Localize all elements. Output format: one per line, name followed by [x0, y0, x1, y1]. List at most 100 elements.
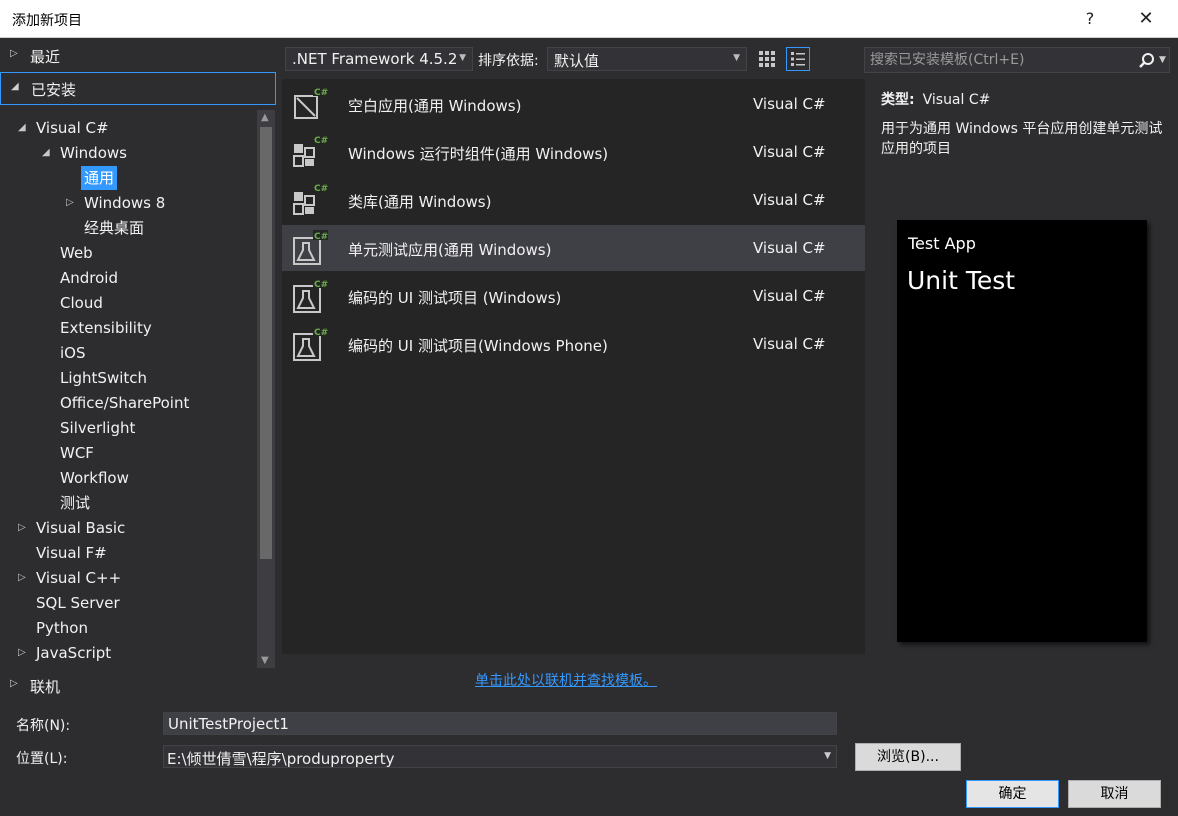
template-language: Visual C#: [753, 287, 826, 305]
scroll-up-icon[interactable]: ▲: [261, 112, 269, 123]
template-type: 类型: Visual C#: [881, 89, 990, 109]
template-name: 类库(通用 Windows): [348, 193, 492, 211]
tree-item-label: 通用: [81, 166, 118, 190]
tree-item[interactable]: ▷ JavaScript: [0, 641, 256, 665]
search-icon[interactable]: [1137, 51, 1157, 71]
collapse-down-icon[interactable]: ◢: [18, 116, 26, 140]
template-row[interactable]: C# 类库(通用 Windows) Visual C#: [282, 177, 865, 223]
template-description: 用于为通用 Windows 平台应用创建单元测试应用的项目: [881, 121, 1163, 157]
template-row[interactable]: C# 编码的 UI 测试项目(Windows Phone) Visual C#: [282, 321, 865, 367]
expand-right-icon[interactable]: ▷: [66, 191, 74, 215]
scrollbar-thumb[interactable]: [260, 127, 272, 559]
tree-item-label: Office/SharePoint: [60, 394, 190, 412]
tree-item-label: Cloud: [60, 294, 103, 312]
chevron-down-icon: ▼: [824, 751, 831, 761]
template-row[interactable]: C# Windows 运行时组件(通用 Windows) Visual C#: [282, 129, 865, 175]
chevron-down-icon: ▼: [733, 53, 740, 63]
tree-item[interactable]: ▷ Visual Basic: [0, 516, 256, 540]
tree-item-label: Visual Basic: [36, 519, 126, 537]
tree-item[interactable]: Web: [0, 241, 256, 265]
tree-item[interactable]: LightSwitch: [0, 366, 256, 390]
tree-item-label: Silverlight: [60, 419, 136, 437]
grid-view-icon: [759, 51, 775, 67]
cancel-button[interactable]: 取消: [1068, 780, 1161, 808]
tree-item[interactable]: ◢ Visual C#: [0, 116, 256, 140]
tree-item-label: JavaScript: [36, 644, 112, 662]
tree-item-label: Python: [36, 619, 88, 637]
template-row[interactable]: C# 空白应用(通用 Windows) Visual C#: [282, 81, 865, 127]
list-view-button[interactable]: [786, 47, 810, 71]
template-name: 单元测试应用(通用 Windows): [348, 241, 552, 259]
chevron-down-icon: ▼: [459, 53, 466, 63]
tree-item-label: WCF: [60, 444, 94, 462]
window-title: 添加新项目: [12, 13, 82, 29]
tree-item[interactable]: ▷ Windows 8: [0, 191, 256, 215]
tree-item[interactable]: Extensibility: [0, 316, 256, 340]
tree-item-label: Web: [60, 244, 93, 262]
coded-ui-test-icon: C#: [292, 278, 328, 314]
close-button[interactable]: ✕: [1126, 0, 1166, 38]
tree-item[interactable]: WCF: [0, 441, 256, 465]
tree-item[interactable]: ◢ Windows: [0, 141, 256, 165]
tree-item[interactable]: iOS: [0, 341, 256, 365]
template-row[interactable]: C# 单元测试应用(通用 Windows) Visual C#: [282, 225, 865, 271]
tree-item[interactable]: Cloud: [0, 291, 256, 315]
expand-right-icon[interactable]: ▷: [18, 516, 26, 540]
name-label: 名称(N):: [16, 718, 71, 734]
framework-select[interactable]: .NET Framework 4.5.2 ▼: [285, 47, 473, 71]
expand-right-icon[interactable]: ▷: [10, 678, 18, 689]
tree-item[interactable]: 通用: [0, 166, 256, 190]
tree-item[interactable]: Android: [0, 266, 256, 290]
location-value: E:\倾世倩雪\程序\produproperty: [167, 750, 395, 768]
sort-value: 默认值: [554, 52, 600, 70]
tree-item[interactable]: Workflow: [0, 466, 256, 490]
type-value: Visual C#: [922, 92, 991, 108]
sort-select[interactable]: 默认值 ▼: [547, 47, 747, 71]
template-row[interactable]: C# 编码的 UI 测试项目 (Windows) Visual C#: [282, 273, 865, 319]
tree-item[interactable]: SQL Server: [0, 591, 256, 615]
title-bar: 添加新项目 ? ✕: [0, 0, 1178, 38]
grid-view-button[interactable]: [755, 47, 779, 71]
section-online[interactable]: ▷ 联机: [0, 670, 276, 702]
template-language: Visual C#: [753, 143, 826, 161]
tree-scrollbar[interactable]: ▲ ▼: [257, 110, 275, 668]
help-button[interactable]: ?: [1072, 0, 1108, 38]
tree-item[interactable]: Silverlight: [0, 416, 256, 440]
scroll-down-icon[interactable]: ▼: [261, 655, 269, 666]
ok-button[interactable]: 确定: [966, 780, 1059, 808]
tree-item[interactable]: Office/SharePoint: [0, 391, 256, 415]
project-name-field[interactable]: [163, 712, 837, 735]
expand-right-icon[interactable]: ▷: [10, 48, 18, 59]
collapse-down-icon[interactable]: ◢: [42, 141, 50, 165]
collapse-down-icon[interactable]: ◢: [11, 81, 19, 92]
template-language: Visual C#: [753, 95, 826, 113]
unit-test-icon: C#: [292, 230, 328, 266]
tree-item[interactable]: Visual F#: [0, 541, 256, 565]
template-list: C# 空白应用(通用 Windows) Visual C# C# Windows 运行时…: [282, 79, 865, 654]
template-preview: Test App Unit Test: [897, 220, 1147, 642]
section-installed-label: 已安装: [31, 81, 77, 99]
browse-button[interactable]: 浏览(B)...: [855, 743, 961, 771]
tree-item[interactable]: Python: [0, 616, 256, 640]
template-language: Visual C#: [753, 191, 826, 209]
tree-item[interactable]: 经典桌面: [0, 216, 256, 240]
section-installed[interactable]: ◢ 已安装: [0, 72, 276, 105]
chevron-down-icon[interactable]: ▼: [1159, 55, 1166, 65]
tree-item-label: Windows 8: [84, 194, 166, 212]
tree-item-label: Workflow: [60, 469, 129, 487]
find-online-templates-link[interactable]: 单击此处以联机并查找模板。: [475, 670, 657, 690]
template-name: 空白应用(通用 Windows): [348, 97, 522, 115]
expand-right-icon[interactable]: ▷: [18, 641, 26, 665]
section-recent[interactable]: ▷ 最近: [0, 40, 276, 72]
search-input[interactable]: [870, 51, 1120, 69]
template-search-box[interactable]: ▼: [864, 47, 1170, 73]
tree-item-label: 经典桌面: [84, 219, 145, 237]
tree-item[interactable]: 测试: [0, 491, 256, 515]
preview-app-name: Test App: [908, 234, 976, 253]
expand-right-icon[interactable]: ▷: [18, 566, 26, 590]
location-select[interactable]: E:\倾世倩雪\程序\produproperty ▼: [163, 745, 837, 768]
framework-value: .NET Framework 4.5.2: [292, 50, 458, 68]
svg-text:C#: C#: [314, 280, 328, 290]
tree-item-label: Visual F#: [36, 544, 107, 562]
tree-item[interactable]: ▷ Visual C++: [0, 566, 256, 590]
